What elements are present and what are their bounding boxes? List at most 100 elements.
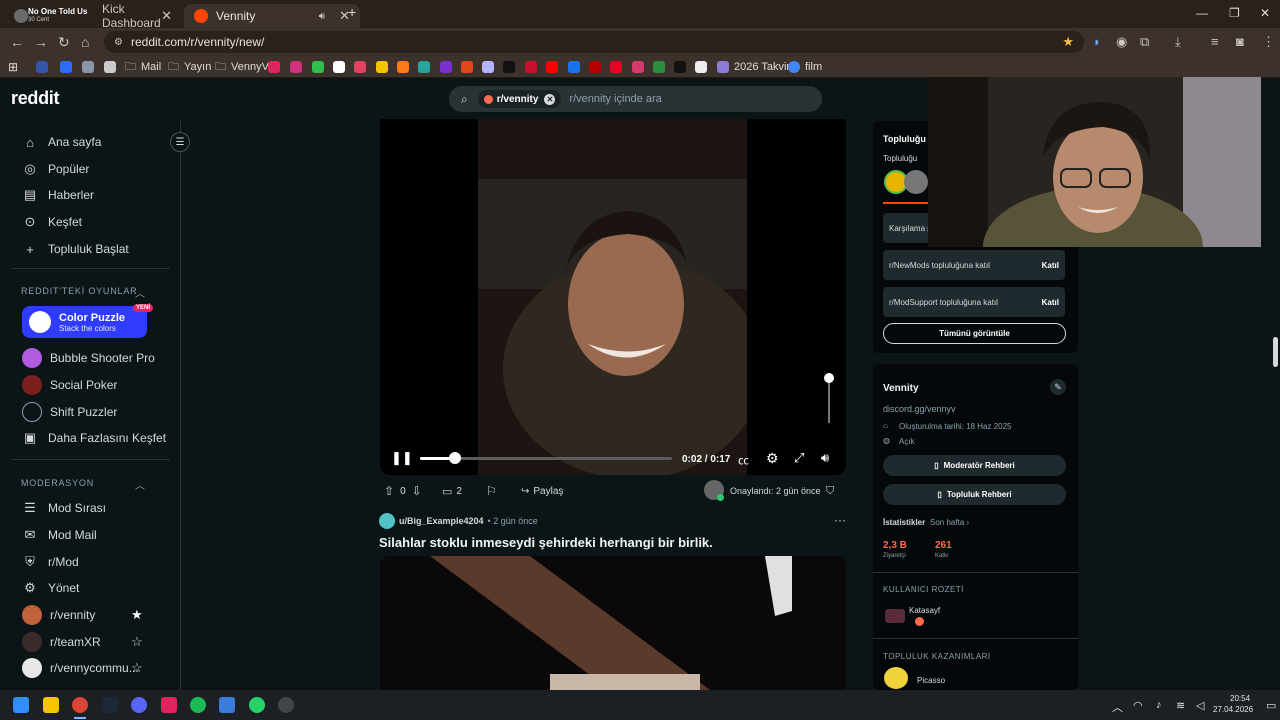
url-input[interactable]: ⚙ reddit.com/r/vennity/new/ ★ bbox=[104, 31, 1084, 53]
bookmark-icon[interactable] bbox=[418, 59, 430, 75]
nav-home[interactable]: ⌂ Ana sayfa bbox=[22, 132, 101, 152]
steam-icon[interactable] bbox=[102, 697, 118, 713]
volume-icon[interactable]: 🔊︎ bbox=[821, 450, 829, 466]
bookmark-icon[interactable] bbox=[333, 59, 345, 75]
favorite-star-outline-icon[interactable]: ☆ bbox=[131, 634, 143, 650]
bookmark-folder-vennyv[interactable]: 🗀︎ VennyV bbox=[215, 59, 269, 75]
community-guide-button[interactable]: ▯ Topluluk Rehberi bbox=[883, 484, 1066, 505]
video-progress-handle[interactable] bbox=[449, 452, 462, 464]
award-icon[interactable]: ⚐ bbox=[486, 480, 497, 502]
settings-gear-icon[interactable]: ⚙ bbox=[766, 450, 779, 467]
collapse-sidebar-icon[interactable]: ☰ bbox=[170, 132, 190, 152]
clock-time[interactable]: 20:54 bbox=[1230, 694, 1250, 703]
chevron-up-icon[interactable]: ︿ bbox=[135, 285, 145, 300]
bookmark-icon[interactable] bbox=[60, 59, 72, 75]
x-icon[interactable] bbox=[503, 59, 515, 75]
bookmark-icon[interactable] bbox=[653, 59, 665, 75]
pause-icon[interactable]: ❚❚ bbox=[391, 450, 413, 466]
bookmark-film[interactable]: film bbox=[788, 59, 822, 75]
chrome-icon[interactable] bbox=[72, 697, 88, 713]
microphone-icon[interactable]: ♪ bbox=[1156, 699, 1162, 711]
achievement-name[interactable]: Picasso bbox=[917, 676, 945, 685]
game-bubble-shooter[interactable]: Bubble Shooter Pro bbox=[22, 348, 155, 368]
close-window-icon[interactable]: ✕ bbox=[1260, 6, 1270, 20]
bookmark-icon[interactable] bbox=[376, 59, 388, 75]
subreddit-filter-chip[interactable]: r/vennity ✕ bbox=[477, 90, 562, 108]
discord-icon[interactable] bbox=[131, 697, 147, 713]
extension-icon[interactable]: ◗ bbox=[1093, 34, 1101, 49]
minimize-icon[interactable]: — bbox=[1196, 6, 1208, 20]
stats-period-selector[interactable]: Son hafta › bbox=[930, 518, 969, 527]
nav-mod-queue[interactable]: ☰ Mod Sırası bbox=[22, 498, 106, 518]
game-social-poker[interactable]: Social Poker bbox=[22, 375, 117, 395]
reload-icon[interactable]: ↻ bbox=[58, 34, 70, 51]
bookmark-folder-mail[interactable]: 🗀︎ Mail bbox=[125, 59, 161, 75]
pinterest-icon[interactable] bbox=[610, 59, 622, 75]
share-button[interactable]: ↪ Paylaş bbox=[521, 480, 563, 502]
whatsapp-icon[interactable] bbox=[249, 697, 265, 713]
bookmark-folder-yayin[interactable]: 🗀︎ Yayın bbox=[168, 59, 211, 75]
user-avatar[interactable] bbox=[379, 513, 395, 529]
tab-vennity[interactable]: Vennity 🔊︎ ✕ bbox=[184, 4, 360, 28]
wifi-icon[interactable]: ≋ bbox=[1176, 699, 1185, 712]
reddit-logo[interactable]: reddit bbox=[11, 88, 60, 109]
menu-icon[interactable]: ⋮ bbox=[1262, 34, 1275, 50]
app-icon[interactable] bbox=[161, 697, 177, 713]
page-scrollbar[interactable] bbox=[1271, 79, 1280, 690]
comments-button[interactable]: ▭ 2 bbox=[442, 480, 462, 502]
volume-slider-track[interactable] bbox=[824, 373, 834, 423]
bookmark-icon[interactable] bbox=[268, 59, 280, 75]
post2-media[interactable] bbox=[380, 556, 846, 690]
profile-icon[interactable]: ◙ bbox=[1236, 34, 1244, 49]
bookmark-icon[interactable] bbox=[482, 59, 494, 75]
upvote-icon[interactable]: ⇧ bbox=[384, 484, 394, 498]
nav-manage[interactable]: ⚙ Yönet bbox=[22, 578, 79, 598]
games-section-header[interactable]: REDDIT'TEKİ OYUNLAR bbox=[21, 286, 137, 296]
apps-icon[interactable]: ⊞ bbox=[8, 59, 18, 75]
app-icon[interactable] bbox=[219, 697, 235, 713]
bookmark-icon[interactable] bbox=[589, 59, 601, 75]
download-icon[interactable]: ⤓ bbox=[1175, 34, 1181, 50]
community-vennity[interactable]: r/vennity bbox=[22, 605, 147, 625]
clock-date[interactable]: 27.04.2026 bbox=[1213, 705, 1253, 714]
windows-start-icon[interactable] bbox=[13, 697, 29, 713]
favorite-star-outline-icon[interactable]: ☆ bbox=[131, 660, 143, 676]
user-badge-name[interactable]: Katasayf bbox=[909, 606, 940, 615]
view-all-button[interactable]: Tümünü görüntüle bbox=[883, 323, 1066, 344]
bookmark-icon[interactable] bbox=[354, 59, 366, 75]
forward-icon[interactable]: → bbox=[34, 34, 48, 50]
nav-mod-mail[interactable]: ✉ Mod Mail bbox=[22, 525, 97, 545]
community-avatar[interactable] bbox=[904, 170, 928, 194]
bookmark-icon[interactable] bbox=[312, 59, 324, 75]
moderator-guide-button[interactable]: ▯ Moderatör Rehberi bbox=[883, 455, 1066, 476]
mod-shield-icon[interactable]: ⛉ bbox=[826, 480, 834, 502]
community-teamxr[interactable]: r/teamXR bbox=[22, 632, 147, 652]
moderation-section-header[interactable]: MODERASYON bbox=[21, 478, 94, 488]
bookmark-icon[interactable] bbox=[525, 59, 537, 75]
tab-kick-dashboard[interactable]: No One Told Us 30 Cent Kick Dashboard ✕ bbox=[4, 2, 182, 30]
bookmark-icon[interactable] bbox=[440, 59, 452, 75]
discover-more-games[interactable]: ▣ Daha Fazlasını Keşfet bbox=[22, 428, 166, 448]
speaker-icon[interactable]: 🔊︎ bbox=[319, 11, 325, 22]
bookmark-icon[interactable] bbox=[397, 59, 409, 75]
downvote-icon[interactable]: ⇩ bbox=[412, 484, 422, 498]
bookmark-takvim[interactable]: 2026 Takvimi bbox=[717, 59, 798, 75]
edit-pencil-icon[interactable]: ✎ bbox=[1050, 379, 1066, 395]
bookmark-icon[interactable] bbox=[104, 59, 116, 75]
favorite-star-icon[interactable]: ★ bbox=[131, 607, 143, 623]
nav-r-mod[interactable]: ⛨ r/Mod bbox=[22, 552, 79, 572]
clear-chip-icon[interactable]: ✕ bbox=[544, 93, 556, 105]
bookmark-icon[interactable] bbox=[461, 59, 473, 75]
extension-icon[interactable]: ◉ bbox=[1116, 34, 1127, 50]
nav-explore[interactable]: ⊙ Keşfet bbox=[22, 212, 82, 232]
speaker-icon[interactable]: ◁ bbox=[1196, 699, 1204, 712]
bookmark-icon[interactable] bbox=[36, 59, 48, 75]
chevron-up-icon[interactable]: ︿ bbox=[135, 477, 145, 492]
fullscreen-icon[interactable]: ⤢ bbox=[794, 450, 804, 466]
bookmark-star-icon[interactable]: ★ bbox=[1062, 34, 1074, 50]
bookmark-icon[interactable] bbox=[695, 59, 707, 75]
game-shift-puzzler[interactable]: Shift Puzzler bbox=[22, 402, 117, 422]
youtube-icon[interactable] bbox=[546, 59, 558, 75]
notification-icon[interactable]: ▭ bbox=[1266, 699, 1276, 712]
site-info-icon[interactable]: ⚙ bbox=[114, 37, 123, 48]
